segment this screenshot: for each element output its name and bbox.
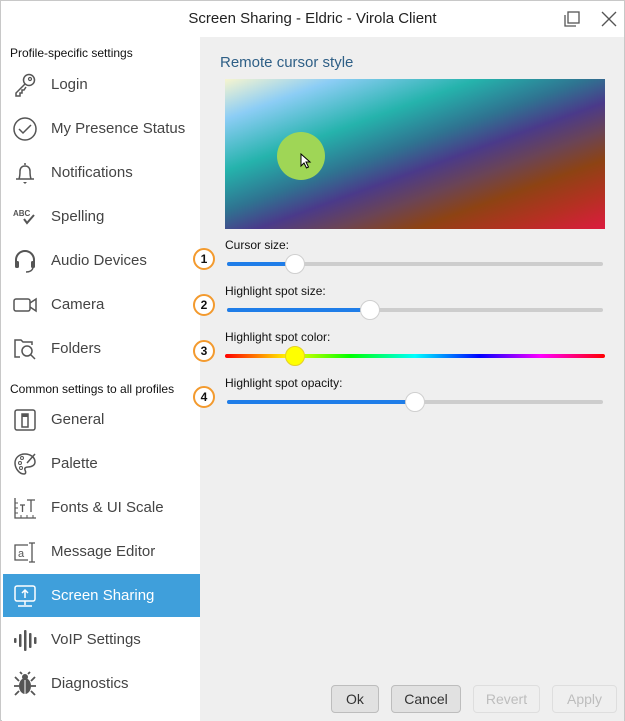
step-badge: 3 [193, 340, 215, 362]
highlight-spot-color-slider[interactable] [225, 346, 605, 366]
close-icon [601, 11, 617, 27]
cursor-size-setting: 1 Cursor size: [193, 238, 605, 278]
general-icon [12, 407, 38, 433]
sidebar-item-screen-sharing[interactable]: Screen Sharing [3, 574, 200, 617]
sidebar-item-message-editor[interactable]: a Message Editor [3, 530, 200, 573]
step-badge: 1 [193, 248, 215, 270]
sidebar-item-label: Audio Devices [51, 252, 147, 269]
highlight-spot-size-label: Highlight spot size: [225, 284, 326, 298]
sidebar-item-notifications[interactable]: Notifications [3, 151, 200, 194]
slider-fill [227, 400, 415, 404]
sidebar-item-audio-devices[interactable]: Audio Devices [3, 239, 200, 282]
svg-text:ABC: ABC [13, 209, 31, 218]
sidebar-item-label: Screen Sharing [51, 587, 155, 604]
sidebar-item-label: Diagnostics [51, 675, 129, 692]
palette-icon [12, 451, 38, 477]
sidebar-item-label: Message Editor [51, 543, 156, 560]
slider-fill [227, 308, 370, 312]
restore-icon [564, 11, 580, 27]
highlight-spot-opacity-label: Highlight spot opacity: [225, 376, 343, 390]
title-bar: Screen Sharing - Eldric - Virola Client [1, 1, 624, 37]
cursor-size-label: Cursor size: [225, 238, 290, 252]
sidebar-item-login[interactable]: Login [3, 63, 200, 106]
bell-icon [12, 160, 38, 186]
sidebar-item-label: My Presence Status [51, 120, 186, 137]
sidebar-item-label: Palette [51, 455, 98, 472]
slider-handle[interactable] [359, 300, 380, 320]
sidebar-item-spelling[interactable]: ABC Spelling [3, 195, 200, 238]
cursor-size-slider[interactable] [227, 254, 603, 274]
sidebar-item-palette[interactable]: Palette [3, 442, 200, 485]
step-badge: 2 [193, 294, 215, 316]
sidebar-item-label: Spelling [51, 208, 105, 225]
close-button[interactable] [595, 7, 623, 31]
sidebar-item-label: Fonts & UI Scale [51, 499, 164, 516]
highlight-spot-opacity-setting: 4 Highlight spot opacity: [193, 376, 605, 416]
ok-button[interactable]: Ok [331, 685, 379, 713]
screen-share-icon [12, 583, 38, 609]
sidebar-item-label: VoIP Settings [51, 631, 141, 648]
voice-wave-icon [12, 627, 38, 653]
screen-sharing-panel: Remote cursor style 1 Cursor size: 2 Hig… [193, 37, 624, 721]
font-scale-icon [12, 495, 38, 521]
sidebar-item-presence-status[interactable]: My Presence Status [3, 107, 200, 150]
highlight-spot-color-label: Highlight spot color: [225, 330, 331, 344]
spellcheck-icon: ABC [12, 204, 38, 230]
settings-window: Screen Sharing - Eldric - Virola Client … [0, 0, 625, 721]
camera-icon [12, 292, 38, 318]
headset-icon [12, 248, 38, 274]
highlight-spot-opacity-slider[interactable] [227, 392, 603, 412]
sidebar-item-label: General [51, 411, 105, 428]
sidebar-item-general[interactable]: General [3, 398, 200, 441]
hue-track [225, 354, 605, 358]
slider-handle[interactable] [284, 346, 305, 366]
slider-handle[interactable] [284, 254, 305, 274]
folder-search-icon [12, 336, 38, 362]
sidebar-item-folders[interactable]: Folders [3, 327, 200, 370]
bug-icon [12, 670, 38, 697]
highlight-spot-size-setting: 2 Highlight spot size: [193, 284, 605, 324]
restore-button[interactable] [558, 7, 586, 31]
step-badge: 4 [193, 386, 215, 408]
text-editor-icon: a [12, 539, 38, 565]
apply-button[interactable]: Apply [552, 685, 617, 713]
sidebar-item-label: Notifications [51, 164, 133, 181]
cancel-button[interactable]: Cancel [391, 685, 461, 713]
highlight-spot-color-setting: 3 Highlight spot color: [193, 330, 605, 370]
check-circle-icon [12, 116, 38, 142]
sidebar-item-label: Login [51, 76, 88, 93]
common-settings-heading: Common settings to all profiles [10, 382, 175, 396]
key-icon [12, 72, 38, 98]
sidebar-item-diagnostics[interactable]: Diagnostics [3, 662, 200, 705]
revert-button[interactable]: Revert [473, 685, 540, 713]
slider-handle[interactable] [405, 392, 425, 412]
sidebar-item-fonts-ui-scale[interactable]: Fonts & UI Scale [3, 486, 200, 529]
profile-settings-heading: Profile-specific settings [10, 46, 133, 60]
sidebar-item-camera[interactable]: Camera [3, 283, 200, 326]
svg-text:a: a [18, 548, 25, 560]
highlight-spot-size-slider[interactable] [227, 300, 603, 320]
sidebar-item-label: Camera [51, 296, 105, 313]
settings-sidebar: Profile-specific settings Login My Prese… [2, 37, 200, 721]
window-title: Screen Sharing - Eldric - Virola Client [188, 10, 437, 27]
sidebar-item-label: Folders [51, 340, 102, 357]
cursor-preview [225, 79, 605, 229]
section-title: Remote cursor style [220, 54, 354, 71]
sidebar-item-voip-settings[interactable]: VoIP Settings [3, 618, 200, 661]
mouse-pointer-icon [300, 153, 312, 169]
